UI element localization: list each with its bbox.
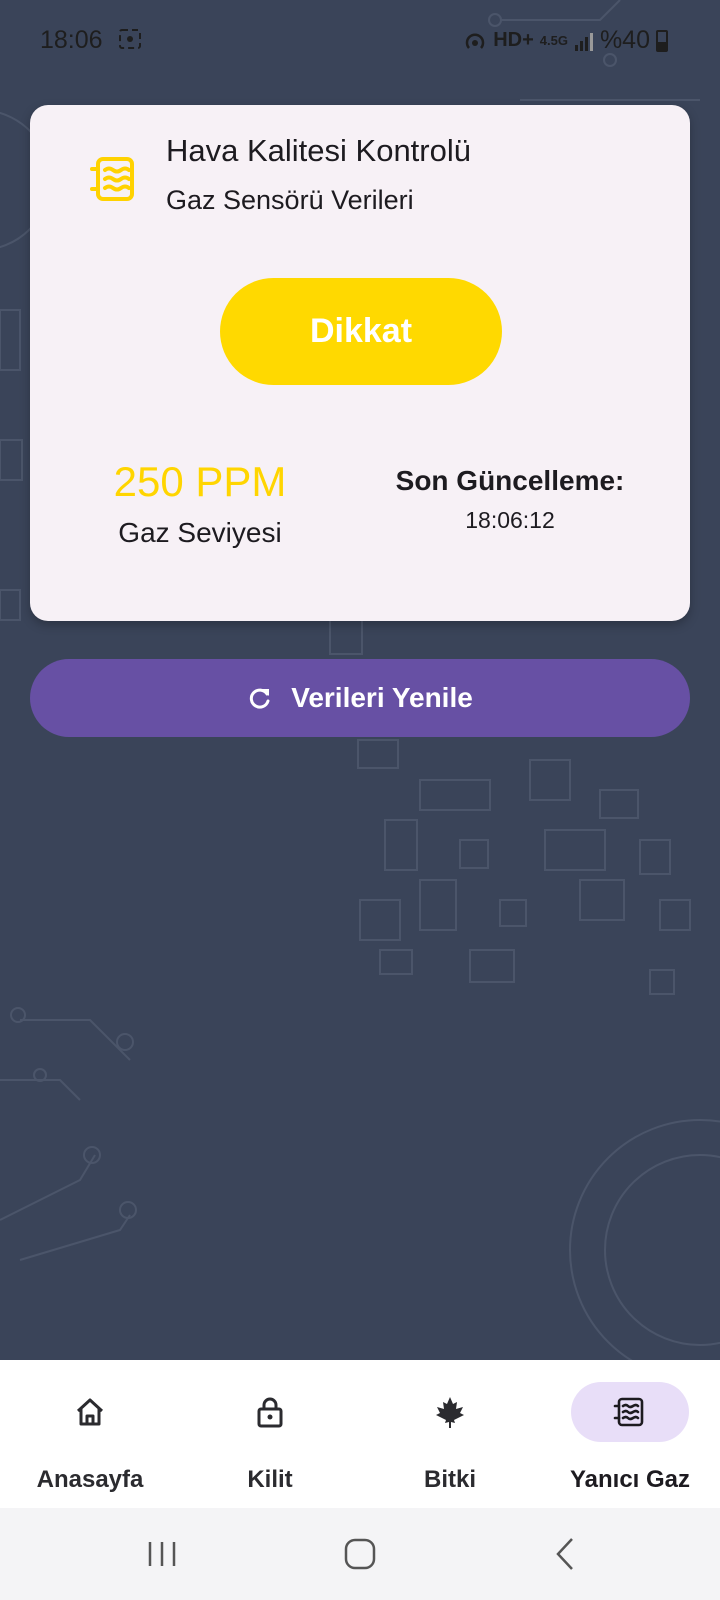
refresh-icon [250, 688, 270, 709]
gas-sensor-card: Hava Kalitesi Kontrolü Gaz Sensörü Veril… [30, 105, 690, 621]
network-type: HD+ [493, 29, 534, 51]
system-navigation-bar [0, 1508, 720, 1600]
home-button-icon[interactable] [340, 1534, 380, 1574]
leaf-icon [436, 1397, 464, 1428]
network-generation: 4.5G [539, 32, 568, 48]
status-icons: HD+ 4.5G %40 [463, 26, 668, 55]
nav-label-plant: Bitki [423, 1466, 476, 1493]
refresh-data-button[interactable]: Verileri Yenile [30, 659, 690, 737]
hotspot-icon [466, 32, 485, 49]
card-title: Hava Kalitesi Kontrolü [166, 133, 471, 168]
status-time: 18:06 [40, 26, 103, 54]
lock-icon [257, 1397, 283, 1428]
battery-icon [656, 29, 668, 52]
nav-item-plant[interactable]: Bitki [360, 1360, 540, 1508]
home-icon [76, 1398, 104, 1426]
refresh-data-label: Verileri Yenile [291, 682, 473, 713]
card-subtitle: Gaz Sensörü Verileri [166, 185, 414, 215]
battery-percent: %40 [599, 26, 650, 54]
nav-item-home[interactable]: Anasayfa [0, 1360, 180, 1508]
gas-level-value: 250 PPM [113, 458, 287, 505]
status-bar: 18:06 HD+ 4.5G %40 [0, 0, 720, 84]
signal-icon [574, 32, 593, 51]
nav-label-lock: Kilit [247, 1466, 293, 1493]
last-update-label: Son Güncelleme: [395, 465, 625, 496]
gas-sensor-icon [613, 1397, 644, 1427]
back-icon[interactable] [546, 1534, 586, 1574]
alert-status-badge: Dikkat [220, 278, 502, 385]
nav-item-flammable-gas[interactable]: Yanıcı Gaz [540, 1360, 720, 1508]
nav-label-home: Anasayfa [36, 1466, 144, 1493]
gas-sensor-icon [90, 157, 134, 201]
nav-label-flammable-gas: Yanıcı Gaz [569, 1466, 691, 1493]
screen-record-icon [119, 29, 141, 49]
bottom-navigation: Anasayfa Kilit Bitki Yanıcı Gaz [0, 1360, 720, 1508]
nav-item-lock[interactable]: Kilit [180, 1360, 360, 1508]
gas-level-label: Gaz Seviyesi [118, 517, 282, 548]
last-update-time: 18:06:12 [465, 507, 555, 533]
recent-apps-icon[interactable] [142, 1534, 182, 1574]
